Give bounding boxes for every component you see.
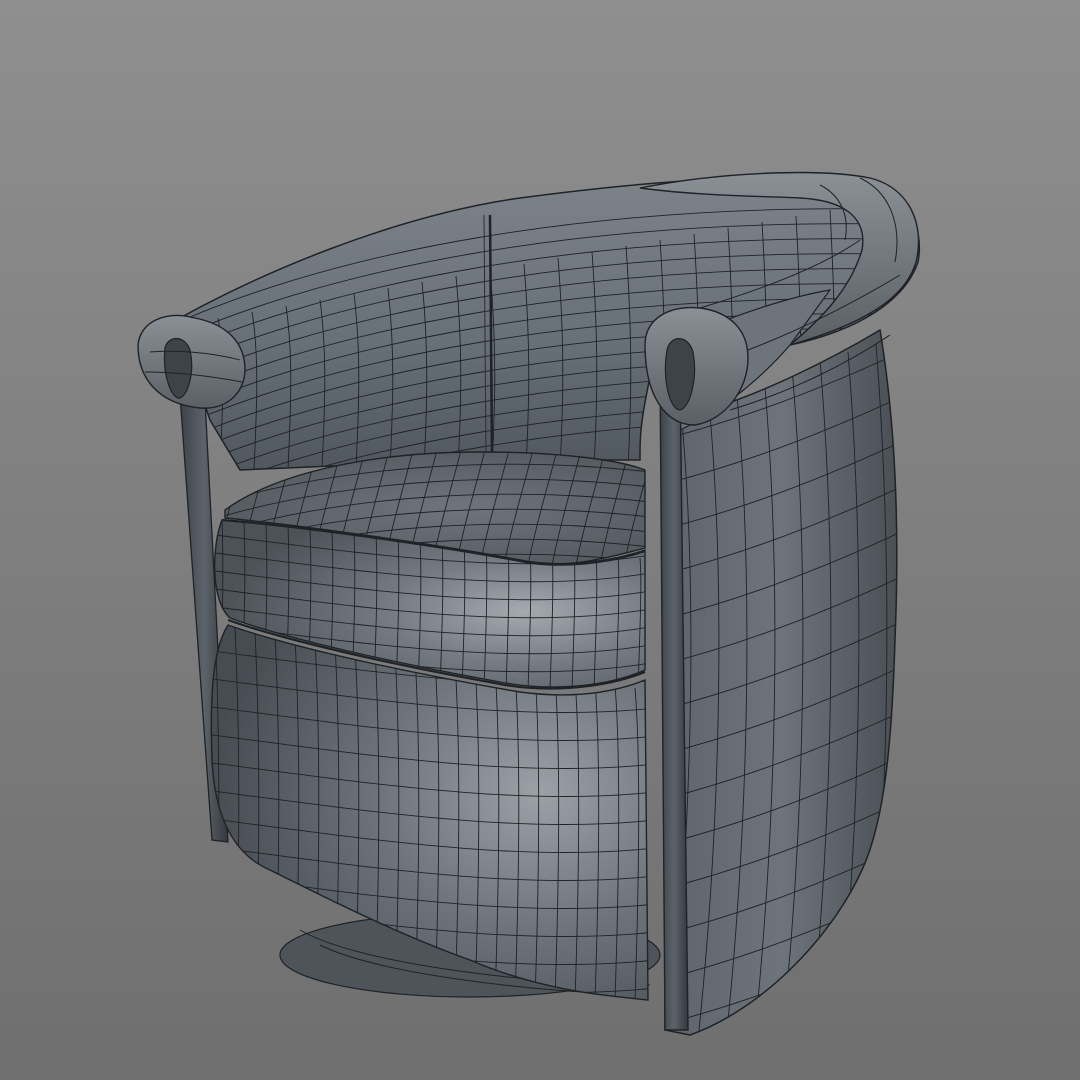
3d-viewport[interactable] <box>0 0 1080 1080</box>
armchair-wireframe-render <box>137 171 921 1036</box>
mesh-edge <box>893 335 897 1035</box>
chair-side-panel <box>664 328 898 1036</box>
